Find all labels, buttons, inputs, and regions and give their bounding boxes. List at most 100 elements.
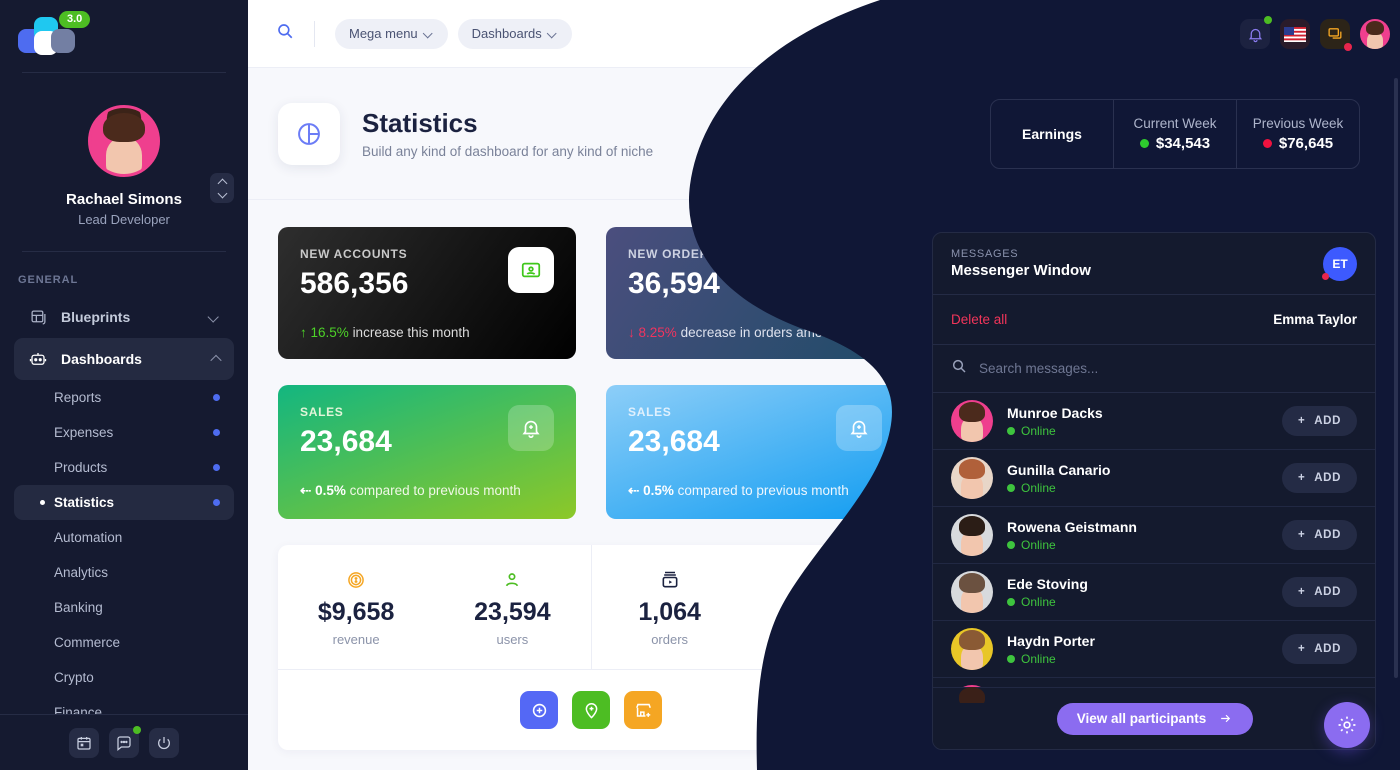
sidebar-item-commerce[interactable]: Commerce — [14, 625, 234, 660]
thumbs-up-icon — [836, 247, 882, 293]
chat-icon[interactable] — [109, 725, 141, 758]
sidebar-item-label: Banking — [54, 600, 103, 615]
sidebar-item-crypto[interactable]: Crypto — [14, 660, 234, 695]
page-scrollbar[interactable] — [1394, 78, 1398, 678]
stat-card-sales-blue[interactable]: SALES 23,684 ⇠ 0.5% compared to previous… — [606, 385, 904, 519]
search-icon — [951, 358, 967, 379]
messenger-footer: View all participants — [933, 687, 1375, 749]
robot-icon — [28, 349, 48, 369]
calendar-icon[interactable] — [69, 727, 99, 758]
sidebar-item-dashboards[interactable]: Dashboards — [14, 338, 234, 380]
app-logo[interactable]: 3.0 — [0, 0, 248, 72]
add-contact-button[interactable]: + ADD — [1281, 520, 1357, 550]
dashboards-menu-label: Dashboards — [471, 26, 542, 41]
avatar — [951, 628, 993, 670]
sidebar-item-reports[interactable]: Reports — [14, 380, 234, 415]
messenger-toolbar: Delete all Emma Taylor — [933, 295, 1375, 345]
search-input[interactable] — [979, 361, 1357, 376]
sidebar-item-automation[interactable]: Automation — [14, 520, 234, 555]
chevron-down-icon — [546, 28, 557, 39]
flag-us-icon[interactable] — [1280, 19, 1310, 49]
mega-menu-button[interactable]: Mega menu — [335, 18, 448, 49]
contact-name: Gunilla Canario — [1007, 461, 1111, 478]
card-foot-text: decrease in orders amounts — [680, 325, 848, 340]
contact-status: Online — [1007, 481, 1110, 495]
sidebar-item-statistics[interactable]: Statistics — [14, 485, 234, 520]
avatar[interactable] — [1360, 19, 1390, 49]
sidebar-item-blueprints[interactable]: Blueprints — [14, 296, 234, 338]
avatar[interactable] — [88, 105, 160, 177]
contacts-list[interactable]: Munroe Dacks Online + ADD Gunilla Canario Onl… — [933, 393, 1375, 703]
gear-icon — [1338, 716, 1356, 734]
metric-caption: orders — [807, 631, 845, 647]
card-delta: ↓ 8.25% — [628, 325, 677, 340]
sidebar-item-analytics[interactable]: Analytics — [14, 555, 234, 590]
view-all-participants-button[interactable]: View all participants — [1056, 702, 1254, 735]
sidebar-item-expenses[interactable]: Expenses — [14, 415, 234, 450]
pie-chart-icon — [278, 102, 340, 165]
contact-row[interactable]: Haydn Porter Online + ADD — [933, 621, 1375, 678]
earnings-label-cell: Earnings — [991, 100, 1113, 168]
sidebar-item-label: Crypto — [54, 670, 94, 685]
sidebar-item-banking[interactable]: Banking — [14, 590, 234, 625]
add-label: ADD — [1314, 643, 1341, 655]
messenger-user-badge[interactable]: ET — [1322, 246, 1357, 281]
search-icon[interactable] — [276, 22, 294, 45]
contact-row[interactable]: Rowena Geistmann Online + ADD — [933, 507, 1375, 564]
archive-icon — [660, 568, 680, 592]
add-label: ADD — [1314, 415, 1341, 427]
sidebar-item-label: Reports — [54, 390, 102, 405]
contact-row[interactable]: Ede Stoving Online + ADD — [933, 564, 1375, 621]
contact-row[interactable]: Munroe Dacks Online + ADD — [933, 393, 1375, 450]
store-add-icon[interactable] — [624, 691, 662, 729]
metric-actions — [278, 670, 904, 750]
contact-name: Rowena Geistmann — [1007, 518, 1137, 535]
plus-icon: + — [1297, 643, 1306, 655]
map-pin-add-icon[interactable] — [572, 691, 610, 729]
contact-status: Online — [1007, 424, 1103, 438]
metric-orders-1: 1,064 orders — [592, 545, 748, 669]
plus-icon: + — [1297, 529, 1306, 541]
earnings-panel: Earnings Current Week $34,543 Previous W… — [990, 99, 1360, 169]
add-contact-button[interactable]: + ADD — [1281, 634, 1357, 664]
chevron-up-icon — [217, 178, 227, 188]
metric-value: $9,658 — [317, 597, 395, 626]
card-foot-text: increase this month — [352, 325, 470, 340]
delete-all-button[interactable]: Delete all — [951, 312, 1007, 327]
earnings-week-label: Current Week — [1133, 116, 1217, 131]
status-dot — [133, 725, 141, 734]
card-foot-text: compared to previous month — [349, 483, 521, 498]
contact-row[interactable]: Gunilla Canario Online + ADD — [933, 450, 1375, 507]
add-contact-button[interactable]: + ADD — [1281, 463, 1357, 493]
metric-value: 9,678M — [784, 597, 868, 626]
messages-icon[interactable] — [1320, 19, 1352, 51]
metric-caption: orders — [651, 631, 689, 647]
power-icon[interactable] — [149, 727, 179, 758]
sidebar-item-products[interactable]: Products — [14, 450, 234, 485]
sidebar: 3.0 Rachael Simons Lead Developer GENERA… — [0, 0, 248, 770]
avatar — [951, 457, 993, 499]
sidebar-item-label: Products — [54, 460, 108, 475]
stat-card-sales-green[interactable]: SALES 23,684 ⇠ 0.5% compared to previous… — [278, 385, 576, 519]
stat-card-new-orders[interactable]: NEW ORDERS 36,594 ↓ 8.25% decrease in or… — [606, 227, 904, 359]
settings-fab-button[interactable] — [1324, 702, 1370, 748]
sidebar-item-dot — [213, 394, 220, 401]
sidebar-item-label: Analytics — [54, 565, 109, 580]
add-circle-icon[interactable] — [520, 691, 558, 729]
dashboards-menu-button[interactable]: Dashboards — [457, 18, 572, 49]
earnings-previous-week: Previous Week $76,645 — [1236, 100, 1359, 168]
bell-plus-icon — [508, 405, 554, 451]
messenger-search[interactable] — [933, 345, 1375, 393]
add-contact-button[interactable]: + ADD — [1281, 577, 1357, 607]
metric-value: 23,594 — [474, 597, 551, 626]
sidebar-item-label: Dashboards — [61, 351, 142, 367]
add-contact-button[interactable]: + ADD — [1281, 406, 1357, 436]
metric-revenue: $9,658 revenue — [278, 545, 434, 669]
topbar-right-icons — [1240, 16, 1390, 51]
stat-card-new-accounts[interactable]: NEW ACCOUNTS 586,356 ↑ 16.5% increase th… — [278, 227, 576, 359]
bell-icon[interactable] — [1240, 16, 1272, 49]
messenger-current-user: Emma Taylor — [1273, 312, 1357, 327]
profile-switch-button[interactable] — [210, 173, 234, 203]
sidebar-footer — [0, 714, 248, 770]
badge-initials: ET — [1332, 256, 1348, 271]
